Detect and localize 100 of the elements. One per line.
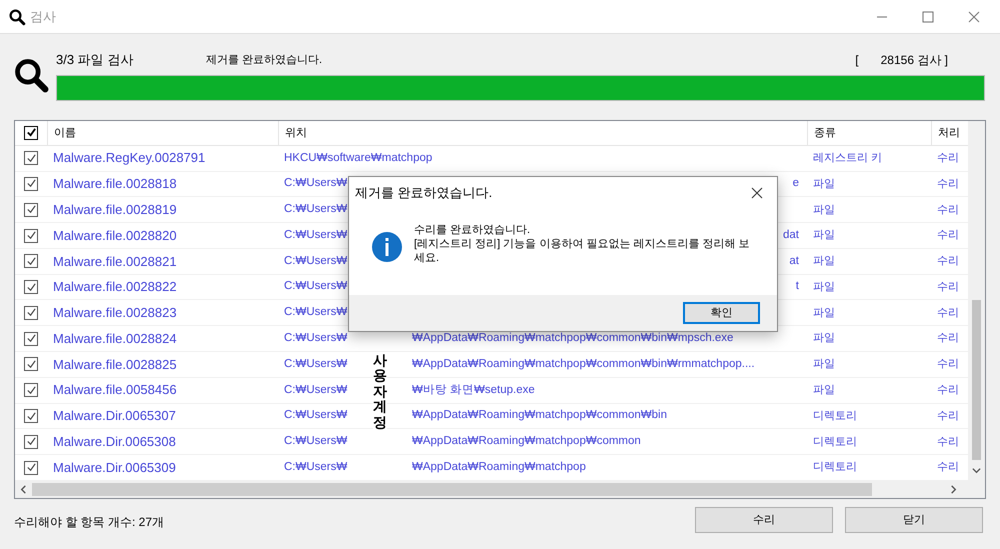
column-header[interactable]: 이름	[47, 121, 278, 145]
location-cell-text: C:₩Users₩	[284, 331, 348, 346]
name-cell-text: Malware.file.0028824	[52, 330, 178, 348]
type-cell-text: 레지스트리 키	[812, 150, 884, 166]
type-cell-text: 파일	[812, 254, 836, 270]
dialog-message: [레지스트리 정리] 기능을 이용하여 필요없는 레지스트리를 정리해 보세요.	[414, 237, 751, 265]
checkbox[interactable]	[24, 228, 38, 243]
maximize-icon[interactable]	[922, 10, 934, 22]
location-cell-text: ₩AppData₩Roaming₩matchpop₩common	[412, 434, 641, 450]
name-cell-text: Malware.Dir.0065308	[52, 433, 177, 452]
type-cell-text: 파일	[812, 228, 836, 244]
scrollbar-thumb[interactable]	[32, 483, 872, 496]
location-cell-text: C:₩Users₩	[284, 176, 348, 192]
location-cell-text: e	[792, 176, 799, 192]
type-cell-text: 디렉토리	[812, 460, 858, 476]
type-cell-text: 파일	[812, 306, 836, 321]
location-cell-text: C:₩Users₩	[284, 382, 348, 398]
checkbox[interactable]	[24, 409, 38, 423]
search-icon	[12, 56, 50, 94]
name-cell-text: Malware.Dir.0065307	[52, 407, 177, 426]
checkbox[interactable]	[24, 176, 38, 191]
dialog-message: 수리를 완료하였습니다.	[414, 223, 532, 237]
action-cell-text: 수리	[936, 150, 960, 166]
chevron-left-icon[interactable]	[19, 485, 28, 494]
location-cell-text: ₩AppData₩Roaming₩matchpop₩common₩bin₩rmmatchpop....	[412, 356, 755, 372]
name-cell-text: Malware.file.0028823	[52, 304, 178, 322]
vertical-scrollbar[interactable]	[968, 121, 985, 481]
close-icon[interactable]	[751, 187, 763, 199]
location-cell-text: ₩AppData₩Roaming₩matchpop₩common₩bin₩mpsch.exe	[412, 331, 734, 346]
action-cell-text: 수리	[936, 176, 960, 192]
checkbox[interactable]	[24, 460, 38, 475]
location-cell-text: ₩AppData₩Roaming₩matchpop₩common₩bin	[412, 408, 667, 424]
action-button[interactable]: 닫기	[845, 507, 983, 533]
location-cell-text: ₩바탕 화면₩setup.exe	[412, 382, 535, 398]
scrollbar-thumb[interactable]	[972, 300, 981, 460]
checkbox[interactable]	[24, 151, 38, 166]
checkbox[interactable]	[24, 254, 38, 268]
type-cell-text: 디렉토리	[812, 434, 858, 450]
ok-button[interactable]: 확인	[683, 302, 760, 324]
location-cell-text: ₩AppData₩Roaming₩matchpop	[412, 460, 586, 475]
name-cell-text: Malware.file.0028819	[52, 201, 178, 219]
location-cell-text: C:₩Users₩	[284, 434, 348, 450]
location-cell-text: at	[789, 254, 799, 269]
checkbox[interactable]	[24, 306, 38, 320]
action-cell-text: 수리	[936, 254, 960, 270]
action-cell-text: 수리	[936, 434, 960, 450]
name-cell-text: Malware.file.0028821	[52, 252, 178, 271]
chevron-right-icon[interactable]	[949, 485, 958, 494]
location-cell-text: HKCU₩software₩matchpop	[284, 150, 432, 166]
type-cell-text: 디렉토리	[812, 408, 858, 424]
location-cell-text: C:₩Users₩	[284, 356, 348, 372]
location-cell-text: C:₩Users₩	[284, 202, 348, 218]
name-cell-text: Malware.file.0028822	[52, 278, 178, 296]
name-cell-text: Malware.RegKey.0028791	[52, 149, 206, 168]
action-cell-text: 수리	[936, 331, 960, 346]
type-cell-text: 파일	[812, 202, 836, 218]
column-header[interactable]: 종류	[807, 121, 931, 145]
checkbox[interactable]	[24, 202, 38, 217]
action-button[interactable]: 수리	[695, 507, 833, 533]
scan-status: 제거를 완료하였습니다.	[206, 52, 322, 68]
checkbox[interactable]	[24, 280, 38, 294]
bracket: [	[855, 52, 859, 69]
type-cell-text: 파일	[812, 176, 836, 192]
type-cell-text: 파일	[812, 357, 836, 372]
checkbox[interactable]	[24, 332, 38, 346]
dialog-title: 제거를 완료하였습니다.	[355, 184, 492, 202]
location-cell-text: C:₩Users₩	[284, 279, 348, 294]
window-title: 검사	[30, 8, 56, 26]
action-cell-text: 수리	[936, 357, 960, 372]
location-cell-text: C:₩Users₩	[284, 254, 348, 269]
name-cell-text: Malware.file.0028825	[52, 356, 178, 374]
checkbox[interactable]	[24, 126, 38, 140]
action-cell-text: 수리	[936, 460, 960, 476]
location-cell-text: t	[796, 279, 799, 294]
annotation-text: 사용자계정	[373, 353, 387, 430]
location-cell-text: C:₩Users₩	[284, 460, 348, 475]
name-cell-text: Malware.Dir.0065309	[52, 458, 177, 477]
info-icon	[371, 231, 403, 263]
checkbox[interactable]	[24, 357, 38, 372]
scan-title: 3/3 파일 검사	[56, 51, 134, 70]
column-header[interactable]: 위치	[278, 121, 807, 145]
action-cell-text: 수리	[936, 408, 960, 424]
horizontal-scrollbar[interactable]	[15, 481, 985, 498]
action-cell-text: 수리	[936, 306, 960, 321]
action-cell-text: 수리	[936, 202, 960, 218]
search-icon	[8, 8, 26, 26]
type-cell-text: 파일	[812, 280, 836, 295]
location-cell-text: C:₩Users₩	[284, 305, 348, 320]
name-cell-text: Malware.file.0028820	[52, 226, 178, 245]
chevron-down-icon[interactable]	[972, 466, 981, 475]
action-cell-text: 수리	[936, 280, 960, 295]
checkbox[interactable]	[24, 383, 38, 398]
name-cell-text: Malware.file.0058456	[52, 381, 178, 400]
action-cell-text: 수리	[936, 382, 960, 398]
action-cell-text: 수리	[936, 228, 960, 244]
scan-count: 28156 검사 ]	[880, 52, 948, 69]
checkbox[interactable]	[24, 434, 38, 449]
location-cell-text: dat	[783, 228, 799, 243]
location-cell-text: C:₩Users₩	[284, 228, 348, 243]
type-cell-text: 파일	[812, 331, 836, 346]
